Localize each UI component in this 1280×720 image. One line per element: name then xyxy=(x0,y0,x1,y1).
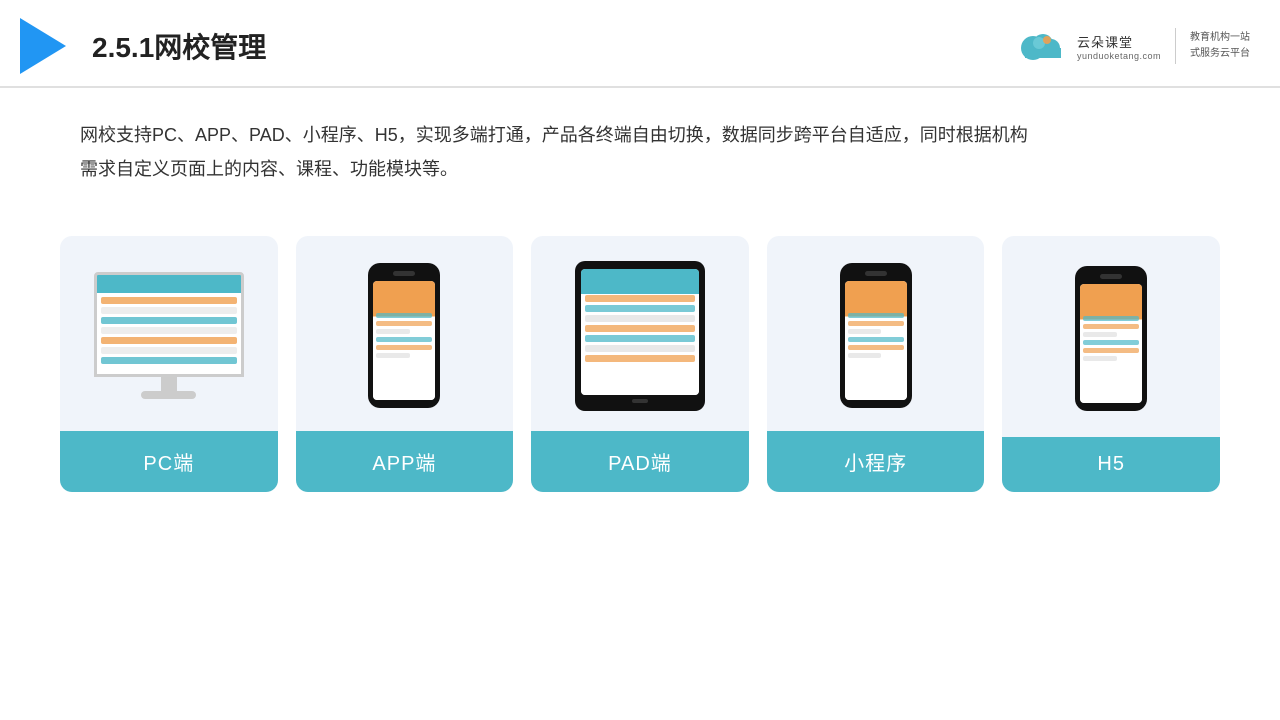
cards-container: PC端 xyxy=(0,206,1280,522)
card-app-image xyxy=(296,236,514,431)
tablet-screen xyxy=(581,269,699,395)
card-miniprogram-image xyxy=(767,236,985,431)
phone-screen-inner xyxy=(373,281,435,400)
tablet-home-btn xyxy=(632,399,648,403)
miniprogram-phone xyxy=(840,263,912,408)
logo-text-area: 云朵课堂 yunduoketang.com xyxy=(1077,32,1161,61)
monitor-neck xyxy=(161,377,177,391)
app-phone xyxy=(368,263,440,408)
card-miniprogram: 小程序 xyxy=(767,236,985,492)
miniprogram-rows xyxy=(848,313,904,361)
logo-sub-text: yunduoketang.com xyxy=(1077,51,1161,61)
phone-rows xyxy=(376,313,432,361)
card-miniprogram-label: 小程序 xyxy=(767,431,985,492)
h5-screen-inner xyxy=(1080,284,1142,403)
card-pc: PC端 xyxy=(60,236,278,492)
tablet-screen-inner xyxy=(581,269,699,395)
description-line2: 需求自定义页面上的内容、课程、功能模块等。 xyxy=(80,152,1200,186)
header: 2.5.1网校管理 云朵课堂 yunduoketang.com 教育机构一站 式… xyxy=(0,0,1280,88)
card-pad-label: PAD端 xyxy=(531,431,749,492)
phone-screen xyxy=(373,281,435,400)
h5-notch xyxy=(1100,274,1122,279)
miniprogram-notch xyxy=(865,271,887,276)
card-h5-image xyxy=(1002,236,1220,437)
monitor-screen xyxy=(94,272,244,377)
pad-tablet xyxy=(575,261,705,411)
phone-notch xyxy=(393,271,415,276)
monitor-base xyxy=(141,391,196,399)
card-app: APP端 xyxy=(296,236,514,492)
card-h5-label: H5 xyxy=(1002,437,1220,492)
tablet-rows xyxy=(585,295,695,365)
card-pad-image xyxy=(531,236,749,431)
logo-main-text: 云朵课堂 xyxy=(1077,32,1133,51)
description: 网校支持PC、APP、PAD、小程序、H5，实现多端打通，产品各终端自由切换，数… xyxy=(0,88,1280,196)
card-pc-label: PC端 xyxy=(60,431,278,492)
h5-screen xyxy=(1080,284,1142,403)
monitor-rows xyxy=(101,297,237,367)
card-app-label: APP端 xyxy=(296,431,514,492)
card-h5: H5 xyxy=(1002,236,1220,492)
card-pc-image xyxy=(60,236,278,431)
h5-rows xyxy=(1083,316,1139,364)
page-title: 2.5.1网校管理 xyxy=(92,26,266,66)
play-icon xyxy=(20,18,66,74)
miniprogram-screen xyxy=(845,281,907,400)
logo-area: 云朵课堂 yunduoketang.com 教育机构一站 式服务云平台 xyxy=(1011,26,1250,66)
logo-cloud xyxy=(1011,26,1071,66)
h5-phone xyxy=(1075,266,1147,411)
logo-slogan: 教育机构一站 式服务云平台 xyxy=(1190,30,1250,62)
logo-divider xyxy=(1175,28,1176,64)
cloud-logo-icon xyxy=(1011,26,1071,66)
card-pad: PAD端 xyxy=(531,236,749,492)
miniprogram-screen-inner xyxy=(845,281,907,400)
header-left: 2.5.1网校管理 xyxy=(20,18,266,74)
description-line1: 网校支持PC、APP、PAD、小程序、H5，实现多端打通，产品各终端自由切换，数… xyxy=(80,118,1200,152)
pc-monitor xyxy=(94,272,244,399)
